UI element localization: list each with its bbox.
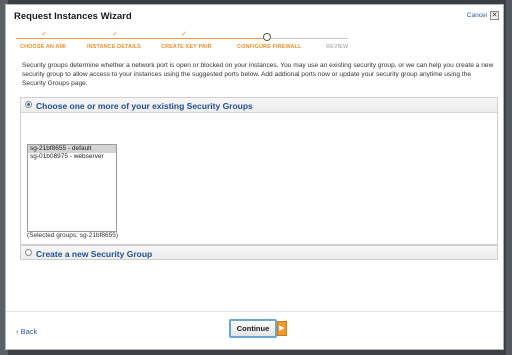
step-label-instance-details: INSTANCE DETAILS	[87, 44, 141, 50]
existing-groups-header: Choose one or more of your existing Secu…	[21, 98, 497, 113]
step-label-choose-ami: CHOOSE AN AMI	[20, 44, 66, 50]
progress-line-done	[16, 38, 268, 39]
progress-line-todo	[268, 38, 348, 39]
intro-text: Security groups determine whether a netw…	[22, 62, 494, 87]
dialog-title: Request Instances Wizard	[14, 11, 132, 22]
step-label-review: REVIEW	[326, 44, 349, 50]
back-link[interactable]: ‹ Back	[16, 327, 37, 336]
new-group-radio[interactable]	[25, 249, 32, 256]
close-icon[interactable]: ✕	[490, 11, 499, 20]
list-item[interactable]: sg-21bf8655 - default	[28, 145, 116, 153]
step-label-configure-firewall: CONFIGURE FIREWALL	[237, 44, 302, 50]
selected-groups-text: (Selected groups: sg-21bf8655)	[27, 232, 119, 239]
security-groups-listbox[interactable]: sg-21bf8655 - default sg-01b08975 - webs…	[27, 144, 117, 232]
existing-groups-heading[interactable]: Choose one or more of your existing Secu…	[36, 101, 253, 111]
background-right	[506, 0, 512, 355]
continue-button[interactable]: Continue	[229, 319, 277, 338]
existing-groups-radio[interactable]	[25, 101, 32, 108]
new-group-panel: Create a new Security Group	[20, 245, 498, 260]
footer-divider	[6, 311, 503, 312]
step-label-create-key-pair: CREATE KEY PAIR	[161, 44, 212, 50]
dialog-titlebar: Request Instances Wizard Cancel ✕	[6, 5, 503, 27]
list-item[interactable]: sg-01b08975 - webserver	[28, 153, 116, 161]
new-group-heading[interactable]: Create a new Security Group	[36, 249, 152, 259]
current-step-circle-icon	[263, 33, 271, 41]
step-3-check-icon: ✓	[181, 31, 187, 38]
step-1-check-icon: ✓	[41, 31, 47, 38]
wizard-dialog: Request Instances Wizard Cancel ✕ ✓ ✓ ✓ …	[5, 4, 504, 350]
wizard-progress: ✓ ✓ ✓ CHOOSE AN AMI INSTANCE DETAILS CRE…	[16, 29, 356, 51]
step-2-check-icon: ✓	[112, 31, 118, 38]
cancel-link[interactable]: Cancel	[467, 12, 487, 19]
existing-groups-panel: Choose one or more of your existing Secu…	[20, 97, 498, 245]
continue-arrow-icon[interactable]: ▶	[277, 321, 287, 336]
